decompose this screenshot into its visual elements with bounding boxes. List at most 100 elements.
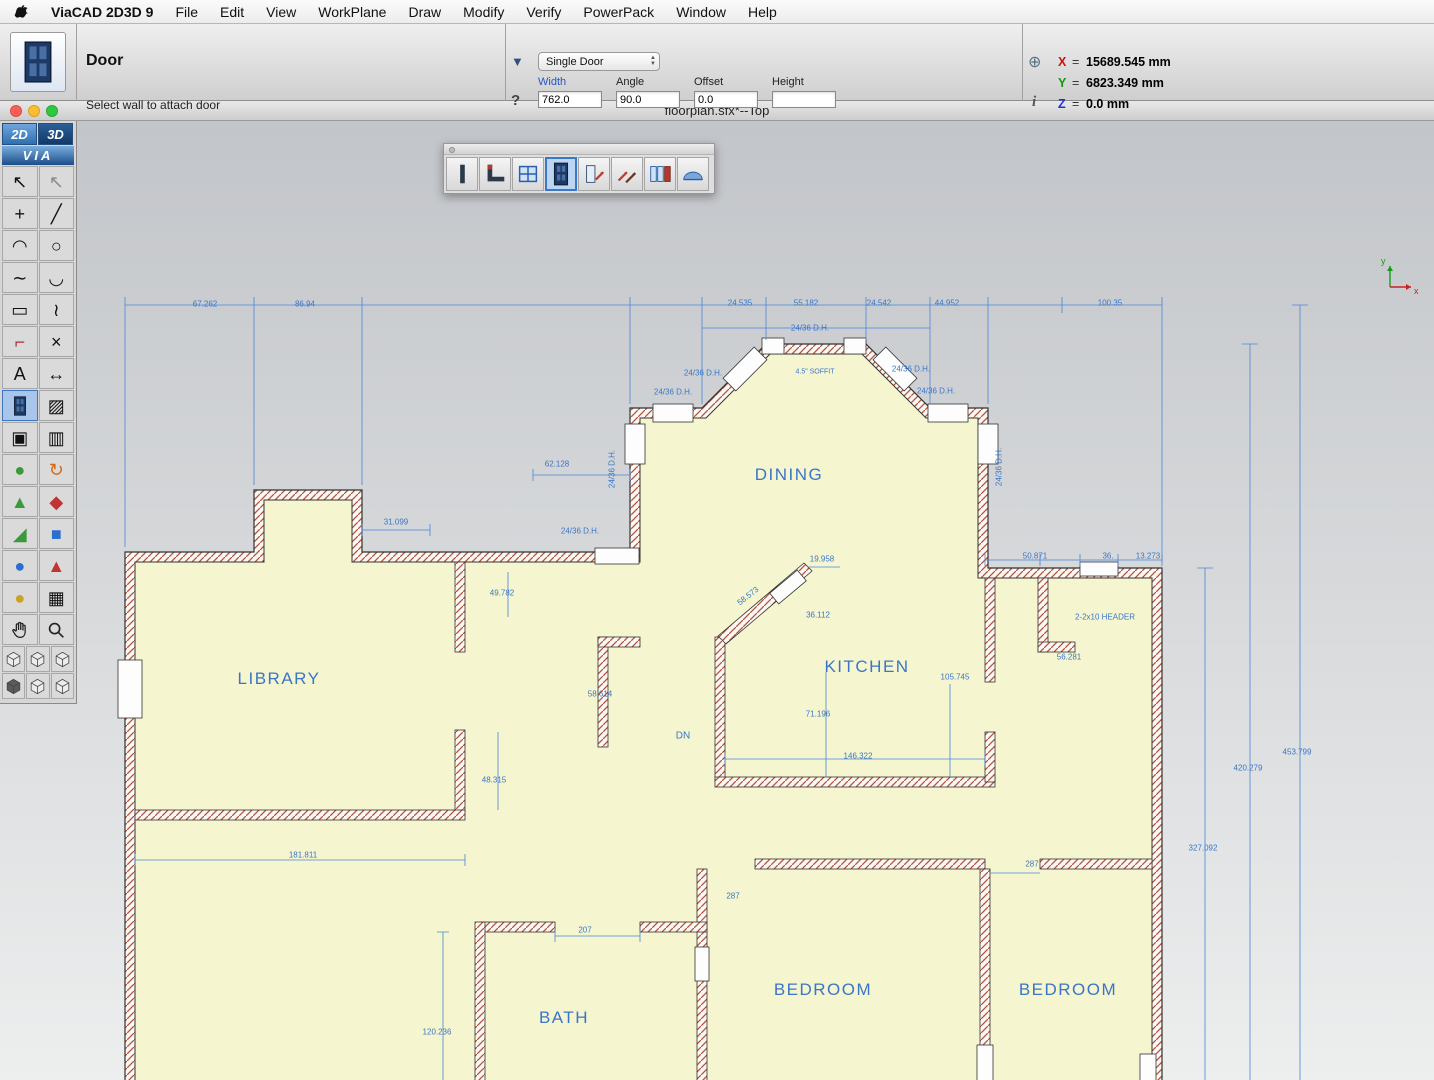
panel-collapse-arrow[interactable]: ▼ <box>511 54 524 69</box>
wall-tool[interactable] <box>446 157 478 191</box>
line-tool-icon: ╱ <box>51 205 62 223</box>
angle-input[interactable] <box>616 91 680 108</box>
boolean-tool[interactable]: ◆ <box>39 486 75 517</box>
cone-tool-icon: ▲ <box>11 493 29 511</box>
axis-x-label: x <box>1414 286 1419 296</box>
offset-label: Offset <box>694 76 758 88</box>
coord-y: Y= 6823.349 mm <box>1058 73 1171 92</box>
close-button[interactable] <box>10 105 22 117</box>
cone-tool[interactable]: ▲ <box>2 486 38 517</box>
menu-verify[interactable]: Verify <box>526 4 561 20</box>
revolve-tool-icon: ↻ <box>49 461 64 479</box>
closed-spline-tool[interactable]: ◡ <box>39 262 75 293</box>
sweep-tool[interactable]: ● <box>2 550 38 581</box>
circle-tool[interactable]: ○ <box>39 230 75 261</box>
polyline-tool-icon: ≀ <box>53 301 60 319</box>
text-tool[interactable]: A <box>2 358 38 389</box>
iso-view-2[interactable] <box>26 646 49 672</box>
spline-tool[interactable]: ∼ <box>2 262 38 293</box>
menu-window[interactable]: Window <box>676 4 726 20</box>
iso-view-5[interactable] <box>26 673 49 699</box>
floorplan-drawing[interactable]: y x <box>78 242 1434 1080</box>
point-tool[interactable]: + <box>2 198 38 229</box>
sphere-primitive-tool-icon: ● <box>14 461 25 479</box>
layout-tool-icon: ▥ <box>48 429 65 447</box>
cube-tool[interactable]: ■ <box>39 518 75 549</box>
symbol-tool[interactable]: ▣ <box>2 422 38 453</box>
menu-modify[interactable]: Modify <box>463 4 504 20</box>
layout-tool[interactable]: ▥ <box>39 422 75 453</box>
info-icon[interactable]: i <box>1032 94 1036 111</box>
polyline-tool[interactable]: ≀ <box>39 294 75 325</box>
toolbar-close-dot[interactable] <box>449 147 455 153</box>
zoom-tool[interactable] <box>39 614 75 645</box>
toolbar-grip[interactable] <box>444 144 714 155</box>
select-alt-tool[interactable]: ↖ <box>39 166 75 197</box>
active-tool-tile[interactable] <box>10 32 66 92</box>
menu-workplane[interactable]: WorkPlane <box>318 4 386 20</box>
drawing-canvas[interactable]: y x 67.26286.9424.53555.18224.54244.9521… <box>0 121 1434 1080</box>
single-door-tool[interactable] <box>545 157 577 191</box>
iso-view-6[interactable] <box>51 673 74 699</box>
tool-title: Door <box>86 52 123 70</box>
separator <box>505 24 506 101</box>
move-wall-tool[interactable] <box>611 157 643 191</box>
width-input[interactable] <box>538 91 602 108</box>
mode-2d-button[interactable]: 2D <box>2 123 37 145</box>
iso-view-4[interactable] <box>2 673 25 699</box>
select-tool[interactable]: ↖ <box>2 166 38 197</box>
menu-powerpack[interactable]: PowerPack <box>583 4 654 20</box>
height-label: Height <box>772 76 836 88</box>
blend-tool-icon: ● <box>14 589 25 607</box>
revolve-tool[interactable]: ↻ <box>39 454 75 485</box>
maximize-button[interactable] <box>46 105 58 117</box>
apple-icon[interactable] <box>14 4 29 19</box>
hatch-tool-icon: ▨ <box>48 397 65 415</box>
extrude-tool-icon: ◢ <box>13 525 27 543</box>
menu-edit[interactable]: Edit <box>220 4 244 20</box>
delete-segment-tool[interactable]: × <box>39 326 75 357</box>
line-tool[interactable]: ╱ <box>39 198 75 229</box>
roof-tool[interactable] <box>677 157 709 191</box>
pattern-grid-tool[interactable]: ▦ <box>39 582 75 613</box>
hatch-tool[interactable]: ▨ <box>39 390 75 421</box>
extrude-tool[interactable]: ◢ <box>2 518 38 549</box>
menu-file[interactable]: File <box>175 4 198 20</box>
point-tool-icon: + <box>14 205 25 223</box>
door-type-select[interactable]: Single Door ▲▼ <box>538 52 660 71</box>
pyramid-tool[interactable]: ▲ <box>39 550 75 581</box>
menu-help[interactable]: Help <box>748 4 777 20</box>
sphere-primitive-tool[interactable]: ● <box>2 454 38 485</box>
dimension-tool-icon: ↔ <box>47 365 65 383</box>
mode-3d-button[interactable]: 3D <box>38 123 73 145</box>
wall-tools-row <box>444 155 714 193</box>
offset-input[interactable] <box>694 91 758 108</box>
window-tool[interactable] <box>512 157 544 191</box>
rectangle-tool[interactable]: ▭ <box>2 294 38 325</box>
separator <box>1022 24 1023 101</box>
cube-tool-icon: ■ <box>51 525 62 543</box>
app-name[interactable]: ViaCAD 2D3D 9 <box>51 4 153 20</box>
door-tool[interactable] <box>2 390 38 421</box>
pan-tool[interactable] <box>2 614 38 645</box>
separator <box>76 24 77 101</box>
axis-indicator: y x <box>1381 256 1419 296</box>
param-fields: Width Angle Offset Height <box>538 76 836 108</box>
help-button[interactable]: ? <box>511 92 520 109</box>
corner-wall-tool[interactable] <box>479 157 511 191</box>
blend-tool[interactable]: ● <box>2 582 38 613</box>
menu-view[interactable]: View <box>266 4 296 20</box>
iso-view-1[interactable] <box>2 646 25 672</box>
iso-view-3[interactable] <box>51 646 74 672</box>
via-logo: VIA <box>2 146 74 165</box>
menu-draw[interactable]: Draw <box>408 4 441 20</box>
arc-tool[interactable]: ◠ <box>2 230 38 261</box>
wall-opening-tool[interactable] <box>578 157 610 191</box>
arc-tool-icon: ◠ <box>12 237 28 255</box>
dimension-tool[interactable]: ↔ <box>39 358 75 389</box>
height-input[interactable] <box>772 91 836 108</box>
snap-target-icon[interactable]: ⊕ <box>1028 52 1041 72</box>
trim-tool[interactable]: ⌐ <box>2 326 38 357</box>
window-array-tool[interactable] <box>644 157 676 191</box>
minimize-button[interactable] <box>28 105 40 117</box>
